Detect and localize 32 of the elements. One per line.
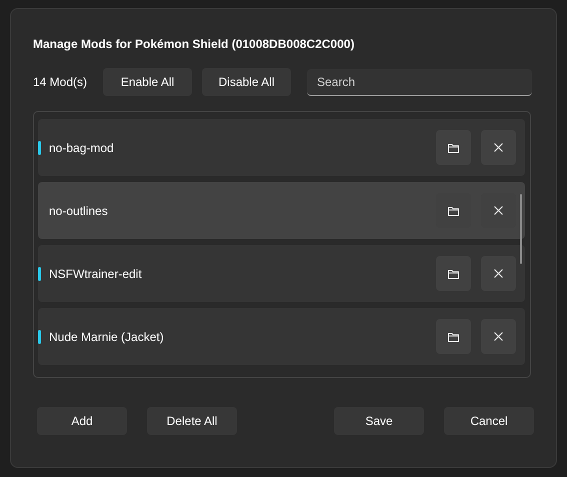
open-folder-button[interactable]: [436, 319, 471, 354]
mod-row[interactable]: no-bag-mod: [38, 119, 525, 176]
close-icon: [494, 269, 503, 278]
footer-button[interactable]: Save: [334, 407, 424, 435]
close-icon: [494, 332, 503, 341]
toolbar-button[interactable]: Enable All: [103, 68, 192, 96]
remove-button[interactable]: [481, 130, 516, 165]
remove-button[interactable]: [481, 256, 516, 291]
open-folder-button[interactable]: [436, 256, 471, 291]
mod-row[interactable]: no-outlines: [38, 182, 525, 239]
scrollbar-thumb[interactable]: [520, 194, 522, 264]
close-icon: [494, 143, 503, 152]
footer-button[interactable]: Add: [37, 407, 127, 435]
mod-row[interactable]: NSFWtrainer-edit: [38, 245, 525, 302]
search-field[interactable]: Search: [307, 68, 532, 96]
footer-button[interactable]: Cancel: [444, 407, 534, 435]
dialog-title: Manage Mods for Pokémon Shield (01008DB008C2C000): [33, 36, 356, 53]
open-folder-button[interactable]: [436, 130, 471, 165]
mod-row[interactable]: Nude Marnie (Jacket): [38, 308, 525, 365]
mod-name: no-outlines: [49, 202, 109, 220]
mod-name: Nude Marnie (Jacket): [49, 328, 165, 346]
remove-button[interactable]: [481, 319, 516, 354]
close-icon: [494, 206, 503, 215]
folder-icon: [448, 268, 459, 278]
mod-name: no-bag-mod: [49, 140, 115, 156]
mod-count: 14 Mod(s): [33, 74, 88, 91]
footer-button[interactable]: Delete All: [147, 407, 237, 435]
folder-icon: [448, 332, 459, 342]
folder-icon: [448, 142, 459, 152]
folder-icon: [448, 206, 459, 216]
mod-name: NSFWtrainer-edit: [49, 266, 143, 282]
toolbar-button[interactable]: Disable All: [202, 68, 291, 96]
